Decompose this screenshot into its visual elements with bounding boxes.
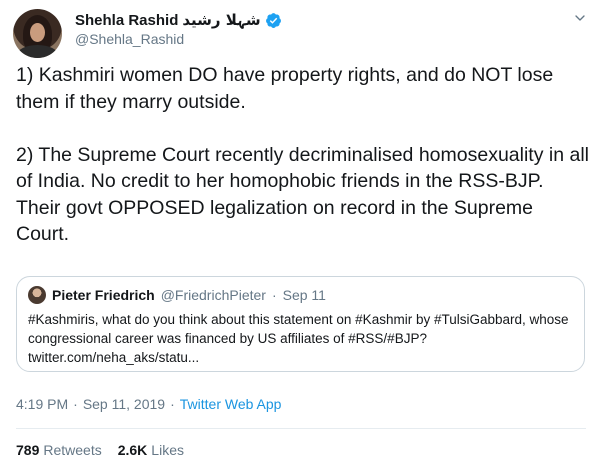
meta-separator-dot: · bbox=[73, 396, 78, 412]
verified-badge-icon bbox=[265, 12, 282, 29]
meta-separator-dot-2: · bbox=[170, 396, 175, 412]
tweet-date[interactable]: Sep 11, 2019 bbox=[83, 396, 165, 412]
quoted-tweet-date: Sep 11 bbox=[282, 287, 326, 303]
tweet-menu-caret[interactable] bbox=[568, 6, 592, 30]
tweet-source-link[interactable]: Twitter Web App bbox=[180, 396, 282, 412]
quoted-author-avatar bbox=[28, 286, 46, 304]
retweets-stat[interactable]: 789 Retweets bbox=[16, 442, 102, 458]
quoted-separator-dot: · bbox=[271, 287, 277, 303]
tweet-meta: 4:19 PM · Sep 11, 2019 · Twitter Web App bbox=[16, 396, 281, 412]
author-display-name[interactable]: Shehla Rashid bbox=[75, 12, 178, 29]
tweet-stats: 789 Retweets 2.6K Likes bbox=[16, 442, 184, 458]
quoted-tweet-header: Pieter Friedrich @FriedrichPieter · Sep … bbox=[28, 286, 326, 304]
tweet-text: 1) Kashmiri women DO have property right… bbox=[16, 64, 589, 245]
author-avatar[interactable] bbox=[13, 9, 62, 58]
quoted-author-name: Pieter Friedrich bbox=[52, 287, 155, 303]
author-urdu-name[interactable]: شہلا رشید bbox=[182, 11, 260, 29]
quoted-tweet[interactable]: Pieter Friedrich @FriedrichPieter · Sep … bbox=[16, 276, 585, 372]
likes-label: Likes bbox=[151, 442, 184, 458]
quoted-tweet-text: #Kashmiris, what do you think about this… bbox=[28, 312, 569, 365]
tweet-card: Shehla Rashid شہلا رشید @Shehla_Rashid 1… bbox=[0, 0, 602, 470]
retweets-count: 789 bbox=[16, 442, 40, 458]
stats-divider bbox=[16, 428, 586, 429]
retweets-label: Retweets bbox=[43, 442, 102, 458]
author-handle[interactable]: @Shehla_Rashid bbox=[75, 31, 184, 47]
likes-stat[interactable]: 2.6K Likes bbox=[118, 442, 184, 458]
quoted-author-handle: @FriedrichPieter bbox=[160, 287, 266, 303]
tweet-time[interactable]: 4:19 PM bbox=[16, 396, 68, 412]
author-name-row[interactable]: Shehla Rashid شہلا رشید bbox=[75, 10, 282, 30]
chevron-down-icon bbox=[575, 15, 585, 21]
likes-count: 2.6K bbox=[117, 442, 148, 458]
